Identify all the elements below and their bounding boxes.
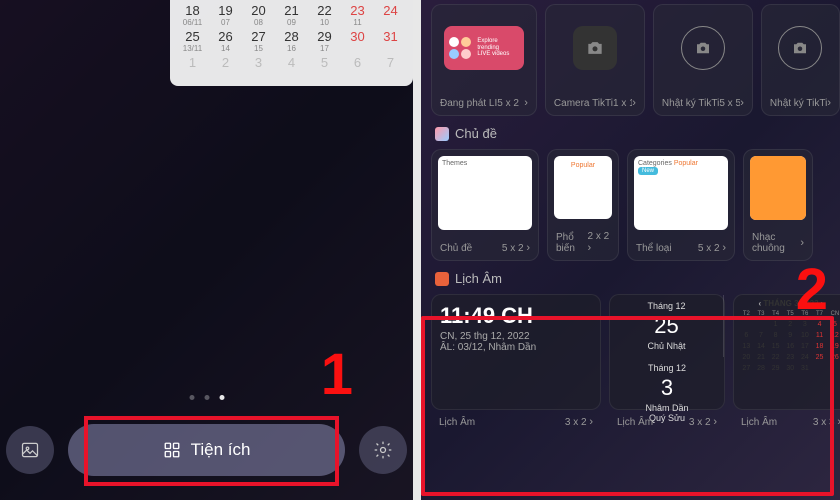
gear-icon — [373, 440, 393, 460]
section-header-themes: Chủ đề — [435, 126, 840, 141]
screenshot-right: Explore trendingLIVE videosĐang phát LI5… — [421, 0, 840, 500]
highlight-box-2 — [421, 316, 834, 496]
theme-card[interactable]: Categories PopularNewThể loại5 x 2 › — [627, 149, 735, 261]
calendar-grid: 1806/111907200821092210231124 2513/11261… — [176, 2, 407, 80]
widget-row-themes: ThemesChủ đề5 x 2 ›PopularPhổ biến2 x 2 … — [431, 149, 840, 261]
theme-card[interactable]: PopularPhổ biến2 x 2 › — [547, 149, 619, 261]
section-header-lich: Lịch Âm — [435, 271, 840, 286]
calendar-widget[interactable]: 1806/111907200821092210231124 2513/11261… — [170, 0, 413, 86]
widget-row-tiktok: Explore trendingLIVE videosĐang phát LI5… — [431, 4, 840, 116]
settings-button[interactable] — [359, 426, 407, 474]
themes-icon — [435, 127, 449, 141]
screenshot-left: 1806/111907200821092210231124 2513/11261… — [0, 0, 413, 500]
theme-card[interactable]: ThemesChủ đề5 x 2 › — [431, 149, 539, 261]
picture-icon — [20, 440, 40, 460]
calendar-icon — [435, 272, 449, 286]
theme-card[interactable]: Nhạc chuông › — [743, 149, 813, 261]
widget-card[interactable]: Camera TikTi1 x 1› — [545, 4, 645, 116]
page-indicator — [189, 395, 224, 400]
wallpaper-button[interactable] — [6, 426, 54, 474]
widget-card[interactable]: Nhật ký TikTi5 x 5› — [653, 4, 753, 116]
step-number-1: 1 — [321, 341, 353, 408]
widget-card[interactable]: Explore trendingLIVE videosĐang phát LI5… — [431, 4, 537, 116]
widget-card[interactable]: Nhật ký TikTi› — [761, 4, 840, 116]
highlight-box-1 — [84, 416, 339, 486]
step-number-2: 2 — [796, 256, 828, 323]
